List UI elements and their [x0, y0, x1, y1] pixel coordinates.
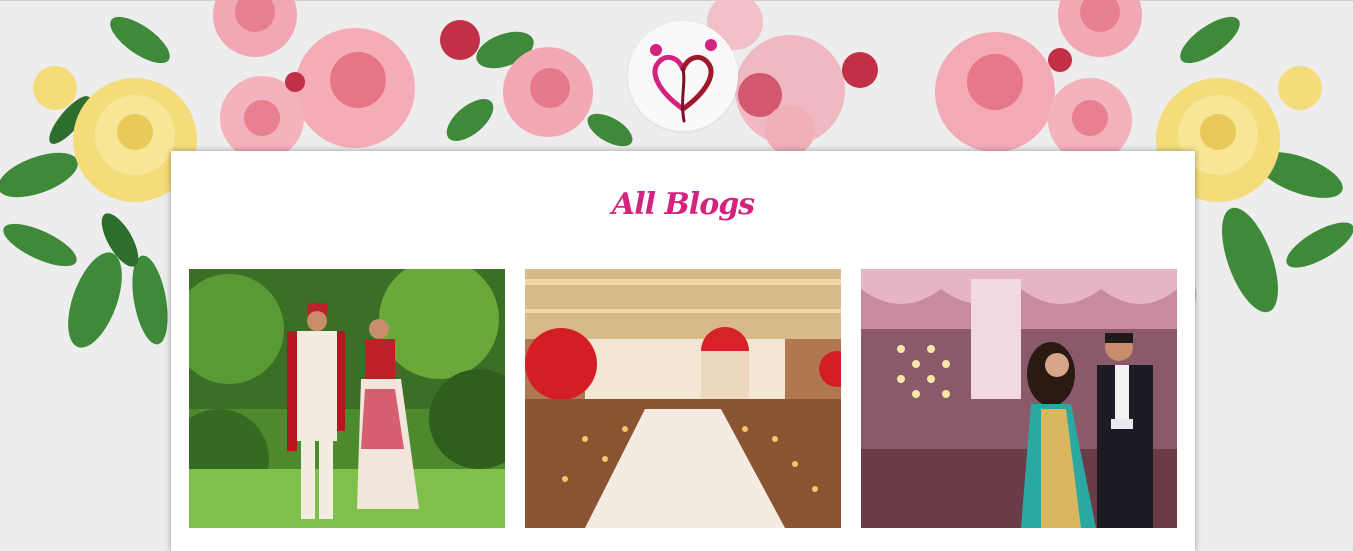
page-title: All Blogs [611, 187, 755, 222]
couple-dancing-photo [861, 269, 1177, 528]
blog-list-card: All Blogs [171, 151, 1195, 551]
site-logo[interactable] [628, 21, 738, 131]
blog-post-image-3[interactable] [861, 269, 1177, 528]
blog-post-image-2[interactable] [525, 269, 841, 528]
blog-post-image-1[interactable] [189, 269, 505, 528]
hearts-couple-logo-icon [650, 39, 717, 123]
couple-in-garden-photo [189, 269, 505, 528]
decorated-wedding-aisle-photo [525, 269, 841, 528]
